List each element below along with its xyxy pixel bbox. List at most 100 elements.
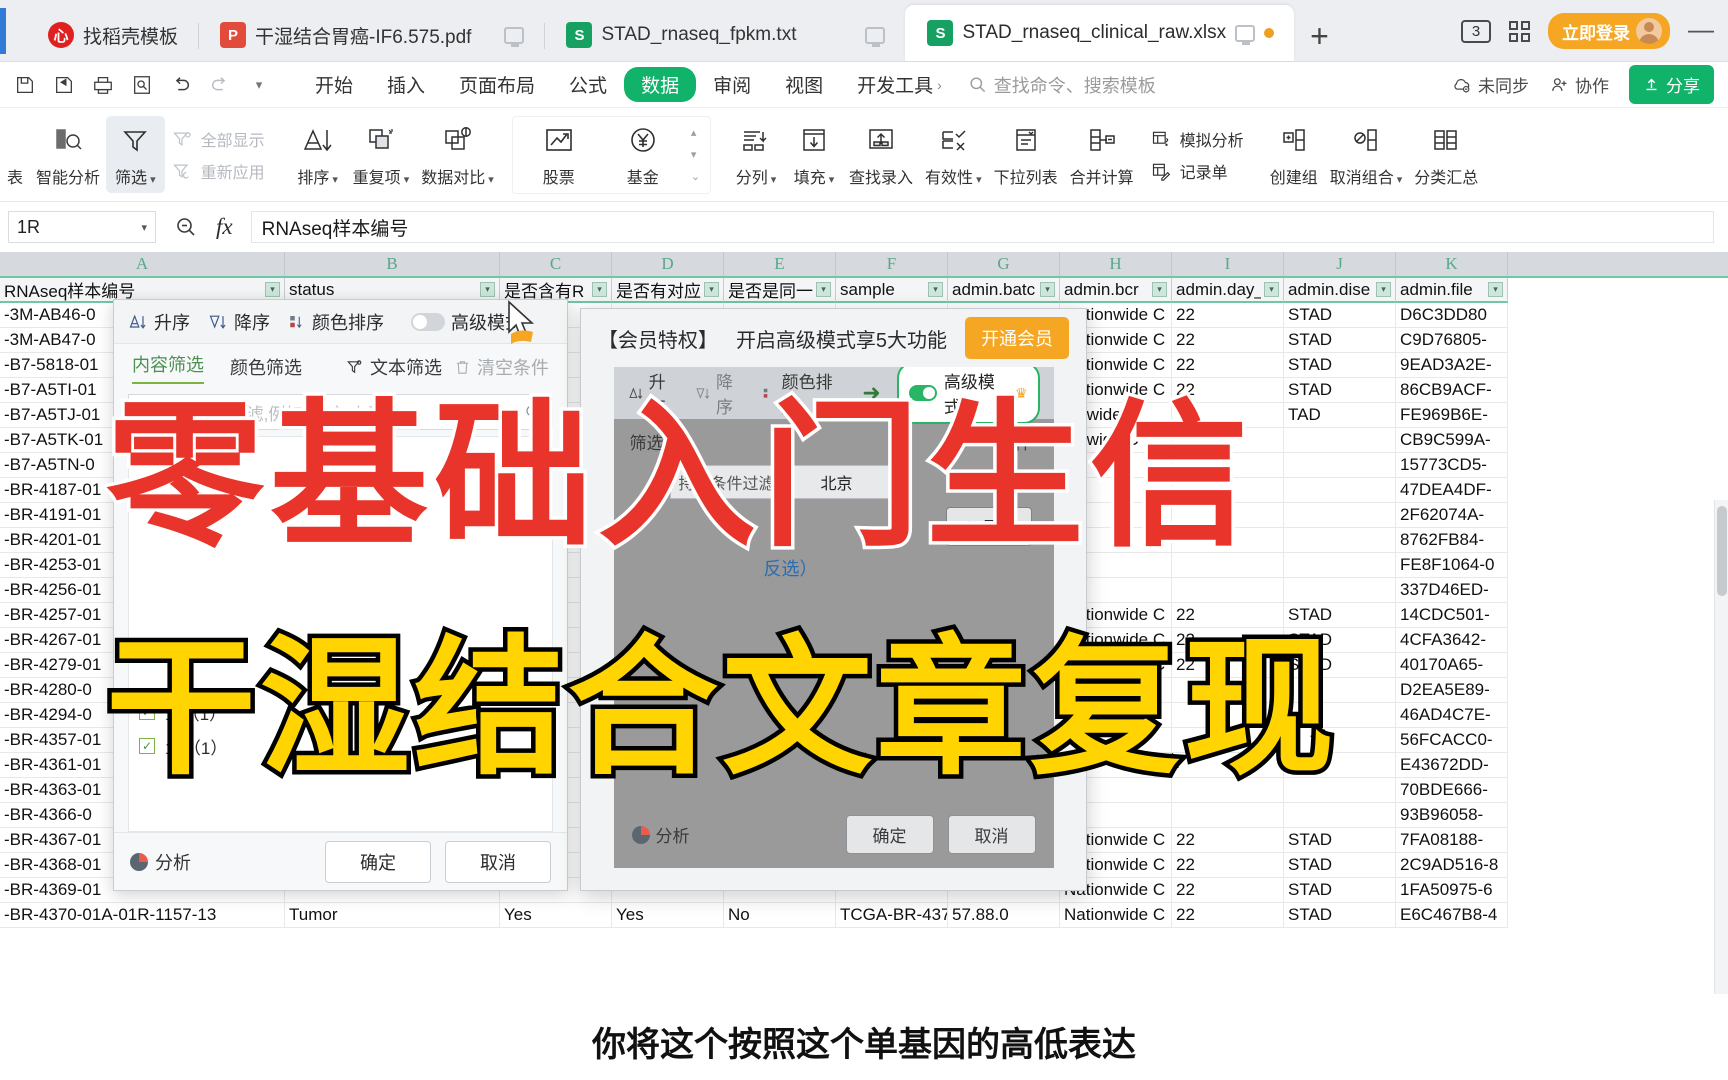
filter-dropdown-button[interactable]: ▾ <box>265 282 280 297</box>
table-cell[interactable] <box>1284 803 1396 828</box>
chevron-down-icon[interactable]: ▾ <box>826 174 835 186</box>
tab-data[interactable]: 数据 <box>624 67 697 102</box>
save-icon[interactable] <box>12 72 38 98</box>
table-cell[interactable]: 22 <box>1172 903 1284 928</box>
column-header-i[interactable]: I <box>1172 252 1284 276</box>
ribbon-validation[interactable]: 有效性 ▾ <box>919 121 988 188</box>
table-cell[interactable]: STAD <box>1284 853 1396 878</box>
grid-view-icon[interactable] <box>1509 20 1530 42</box>
fx-icon[interactable]: fx <box>216 214 233 240</box>
table-cell[interactable]: No <box>724 903 836 928</box>
chevron-down-icon[interactable]: ▾ <box>768 174 777 186</box>
column-header-g[interactable]: G <box>948 252 1060 276</box>
table-cell[interactable] <box>1172 578 1284 603</box>
minimize-button[interactable]: — <box>1688 14 1714 49</box>
tab-insert[interactable]: 插入 <box>370 67 442 102</box>
filter-dropdown-button[interactable]: ▾ <box>1152 282 1167 297</box>
ribbon-consolidate[interactable]: 合并计算 <box>1064 121 1140 188</box>
tab-developer[interactable]: 开发工具 <box>840 67 935 102</box>
undo-icon[interactable] <box>168 72 194 98</box>
chevron-down-icon[interactable]: ▾ <box>485 174 494 186</box>
chevron-down-icon[interactable]: ▾ <box>246 72 272 98</box>
sort-by-color-button[interactable]: 颜色排序 <box>288 309 384 335</box>
table-cell[interactable]: 1FA50975-6 <box>1396 878 1508 903</box>
table-row[interactable]: -BR-4370-01A-01R-1157-13 Tumor Yes Yes No TCG… <box>0 903 1728 928</box>
column-filter-header[interactable]: admin.bcr ▾ <box>1060 278 1172 303</box>
scrollbar-thumb[interactable] <box>1717 506 1727 596</box>
spinner-down-icon[interactable]: ▾ <box>691 148 700 161</box>
column-filter-header[interactable]: 是否有对应 ▾ <box>612 278 724 303</box>
collaborate-button[interactable]: 协作 <box>1549 72 1609 97</box>
tab-page-layout[interactable]: 页面布局 <box>442 67 552 102</box>
name-box[interactable]: 1R ▾ <box>8 211 156 243</box>
chevron-down-icon[interactable]: ▾ <box>329 174 338 186</box>
column-header-k[interactable]: K <box>1396 252 1508 276</box>
table-cell[interactable]: 93B96058- <box>1396 803 1508 828</box>
redo-icon[interactable] <box>207 72 233 98</box>
ribbon-duplicates[interactable]: 重复项 ▾ <box>347 121 416 188</box>
more-tabs-icon[interactable]: › <box>935 77 942 93</box>
column-filter-header[interactable]: admin.day_ ▾ <box>1172 278 1284 303</box>
tab-formula[interactable]: 公式 <box>552 67 624 102</box>
new-tab-button[interactable]: + <box>1294 18 1349 61</box>
table-cell[interactable] <box>1284 553 1396 578</box>
tab-pdf-document[interactable]: P 干湿结合胃癌-IF6.575.pdf <box>198 9 544 61</box>
cast-icon[interactable] <box>865 26 886 47</box>
filter-dropdown-button[interactable]: ▾ <box>704 282 719 297</box>
table-cell[interactable]: Nationwide C <box>1060 903 1172 928</box>
table-cell[interactable]: 22 <box>1172 853 1284 878</box>
table-cell[interactable]: STAD <box>1284 828 1396 853</box>
print-icon[interactable] <box>90 72 116 98</box>
cast-icon[interactable] <box>504 26 525 47</box>
ribbon-data-compare[interactable]: 数据对比 ▾ <box>415 121 500 188</box>
ribbon-filter[interactable]: 筛选 ▾ <box>106 116 165 193</box>
tab-clinical-raw-xlsx[interactable]: S STAD_rnaseq_clinical_raw.xlsx <box>905 5 1295 61</box>
chevron-down-icon[interactable]: ▾ <box>141 221 147 234</box>
table-cell[interactable]: 22 <box>1172 828 1284 853</box>
chevron-down-icon[interactable]: ▾ <box>1394 174 1403 186</box>
column-filter-header[interactable]: admin.dise ▾ <box>1284 278 1396 303</box>
filter-dropdown-button[interactable]: ▾ <box>1376 282 1391 297</box>
column-header-b[interactable]: B <box>285 252 500 276</box>
share-button[interactable]: 分享 <box>1629 65 1714 104</box>
table-cell[interactable]: Yes <box>500 903 612 928</box>
ribbon-create-group[interactable]: 创建组 <box>1264 121 1324 188</box>
chevron-down-icon[interactable]: ▾ <box>147 174 156 186</box>
ribbon-table[interactable]: 表 <box>0 121 30 188</box>
table-cell[interactable]: 22 <box>1172 878 1284 903</box>
toggle-switch[interactable] <box>411 312 445 331</box>
column-header-d[interactable]: D <box>612 252 724 276</box>
column-filter-header[interactable]: sample ▾ <box>836 278 948 303</box>
save-as-icon[interactable] <box>51 72 77 98</box>
ok-button[interactable]: 确定 <box>325 840 431 883</box>
ribbon-fill[interactable]: 填充 ▾ <box>785 121 843 188</box>
table-cell[interactable]: STAD <box>1284 303 1396 328</box>
table-cell[interactable]: Tumor <box>285 903 500 928</box>
tab-fpkm-txt[interactable]: S STAD_rnaseq_fpkm.txt <box>544 9 905 61</box>
ribbon-lookup-entry[interactable]: 查找录入 <box>843 121 919 188</box>
filter-dropdown-button[interactable]: ▾ <box>1264 282 1279 297</box>
column-header-e[interactable]: E <box>724 252 836 276</box>
table-cell[interactable]: STAD <box>1284 353 1396 378</box>
column-header-a[interactable]: A <box>0 252 285 276</box>
spinner-up-icon[interactable]: ▴ <box>691 126 700 139</box>
table-cell[interactable]: 22 <box>1172 303 1284 328</box>
filter-dropdown-button[interactable]: ▾ <box>928 282 943 297</box>
table-cell[interactable] <box>1284 578 1396 603</box>
sort-descending-button[interactable]: 降序 <box>208 309 270 335</box>
column-filter-header[interactable]: 是否是同一 ▾ <box>724 278 836 303</box>
analyze-button[interactable]: 分析 <box>130 849 191 875</box>
table-cell[interactable]: 9EAD3A2E- <box>1396 353 1508 378</box>
ribbon-record-form[interactable]: 记录单 <box>1150 159 1244 183</box>
ribbon-smart-analysis[interactable]: 智能分析 <box>30 121 106 188</box>
ribbon-dropdown-list[interactable]: 下拉列表 <box>988 121 1064 188</box>
table-cell[interactable]: FE8F1064-0 <box>1396 553 1508 578</box>
ribbon-split-column[interactable]: 分列 ▾ <box>727 121 785 188</box>
table-cell[interactable]: 57.88.0 <box>948 903 1060 928</box>
tab-view[interactable]: 视图 <box>768 67 840 102</box>
table-cell[interactable]: E6C467B8-4 <box>1396 903 1508 928</box>
table-cell[interactable]: D6C3DD80 <box>1396 303 1508 328</box>
table-cell[interactable]: 22 <box>1172 353 1284 378</box>
column-header-f[interactable]: F <box>836 252 948 276</box>
tab-start[interactable]: 开始 <box>298 67 370 102</box>
